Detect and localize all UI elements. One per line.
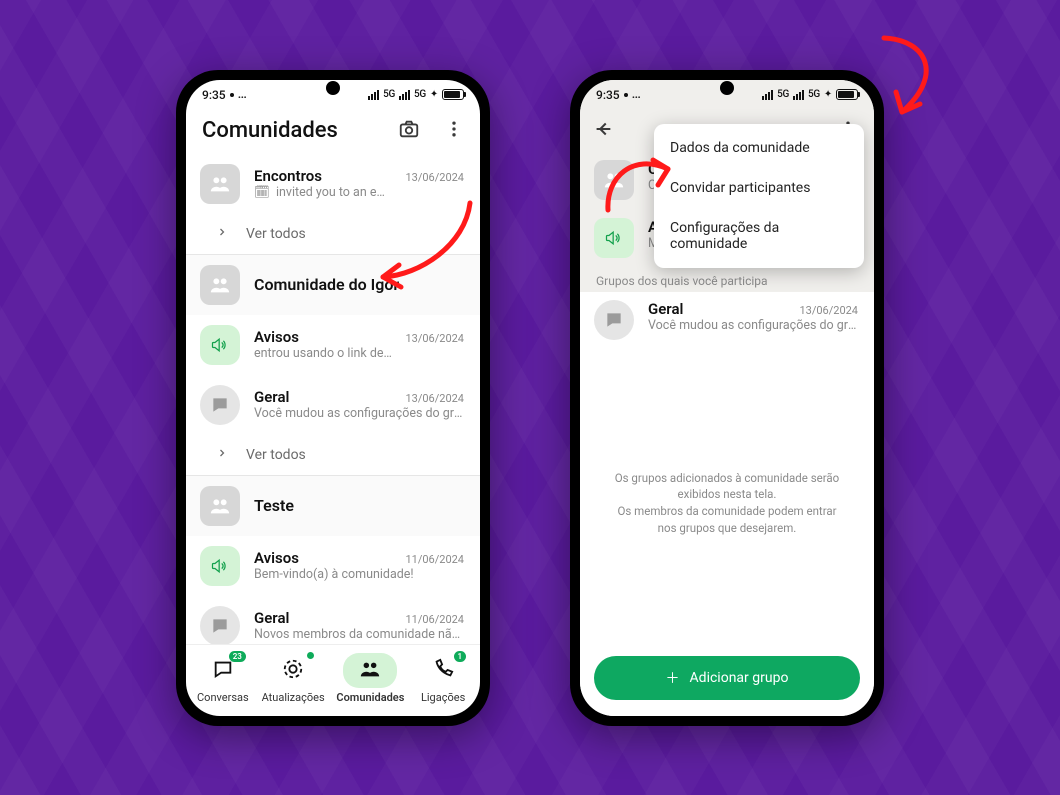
phone-screen-left: 9:35 … 5G 5G ✦ Comunidades xyxy=(186,80,480,716)
status-time: 9:35 xyxy=(202,88,226,102)
community-title: Teste xyxy=(254,496,294,515)
more-icon[interactable] xyxy=(444,119,464,143)
chat-name: Avisos xyxy=(254,328,299,346)
see-all-label: Ver todos xyxy=(246,226,306,242)
chat-name: Geral xyxy=(254,609,289,627)
chat-date: 13/06/2024 xyxy=(405,332,464,345)
chat-date: 13/06/2024 xyxy=(405,171,464,184)
nav-updates[interactable]: Atualizações xyxy=(262,653,325,704)
chat-date: 13/06/2024 xyxy=(405,392,464,405)
announce-icon xyxy=(200,325,240,365)
nav-badge: 1 xyxy=(454,651,467,662)
phone-frame-left: 9:35 … 5G 5G ✦ Comunidades xyxy=(176,70,490,726)
app-header: Comunidades xyxy=(186,110,480,154)
lock-icon: 🗓 xyxy=(254,185,270,200)
chat-preview: Você mudou as configurações do grupo pa… xyxy=(648,318,858,333)
community-chat-row[interactable]: Avisos 13/06/2024 entrou usando o link d… xyxy=(186,315,480,375)
chat-date: 11/06/2024 xyxy=(405,553,464,566)
status-radio-2: 5G xyxy=(808,89,820,100)
community-chat-row[interactable]: Geral 13/06/2024 Você mudou as configura… xyxy=(186,375,480,435)
chat-name: Avisos xyxy=(254,549,299,567)
signal-icon-2 xyxy=(399,90,410,100)
community-block-teste: Teste Avisos 11/06/2024 Bem-vindo(a) à c… xyxy=(186,476,480,644)
community-avatar-icon xyxy=(200,164,240,204)
chat-name: Geral xyxy=(648,300,683,318)
community-avatar-icon xyxy=(200,486,240,526)
add-group-label: Adicionar grupo xyxy=(690,670,789,686)
status-radio-1: 5G xyxy=(777,89,789,100)
status-radio-1: 5G xyxy=(383,89,395,100)
nav-label: Conversas xyxy=(197,691,249,704)
signal-icon xyxy=(762,90,773,100)
geral-row[interactable]: Geral 13/06/2024 Você mudou as configura… xyxy=(580,292,874,350)
chat-preview: entrou usando o link de… xyxy=(254,346,464,361)
community-avatar-icon xyxy=(200,265,240,305)
nav-dot xyxy=(307,652,314,659)
signal-icon xyxy=(368,90,379,100)
nav-label: Ligações xyxy=(421,691,465,704)
nav-calls[interactable]: 1 Ligações xyxy=(416,653,470,704)
chat-preview: Novos membros da comunidade não serã… xyxy=(254,627,464,642)
chat-bubble-icon xyxy=(200,385,240,425)
plus-icon: ＋ xyxy=(666,668,680,688)
status-wifi-icon: ✦ xyxy=(430,89,438,100)
status-wifi-icon: ✦ xyxy=(824,89,832,100)
chat-bubble-icon xyxy=(200,606,240,644)
community-chat-row[interactable]: Geral 11/06/2024 Novos membros da comuni… xyxy=(186,596,480,644)
status-cloud-icon: … xyxy=(632,88,641,101)
back-arrow-icon[interactable] xyxy=(592,118,614,144)
chevron-right-icon xyxy=(216,447,228,463)
nav-communities[interactable]: Comunidades xyxy=(336,653,404,704)
communities-icon xyxy=(359,658,381,680)
phone-icon xyxy=(432,658,454,680)
announce-icon xyxy=(200,546,240,586)
community-header-row[interactable]: Teste xyxy=(186,476,480,536)
section-heading: Grupos dos quais você participa xyxy=(580,268,874,292)
battery-icon xyxy=(442,89,464,100)
chat-date: 13/06/2024 xyxy=(799,304,858,317)
bottom-nav: 23 Conversas Atualizações Comunidades xyxy=(186,644,480,716)
updates-icon xyxy=(282,658,304,680)
chat-name: Geral xyxy=(254,388,289,406)
see-all-link[interactable]: Ver todos xyxy=(186,435,480,475)
nav-badge: 23 xyxy=(229,651,246,662)
community-chat-row[interactable]: Avisos 11/06/2024 Bem-vindo(a) à comunid… xyxy=(186,536,480,596)
camera-punchhole xyxy=(720,81,734,95)
info-line-1: Os grupos adicionados à comunidade serão… xyxy=(610,470,844,503)
page-title: Comunidades xyxy=(202,118,338,143)
nav-label: Atualizações xyxy=(262,691,325,704)
annotation-arrow-1 xyxy=(365,195,485,305)
nav-label: Comunidades xyxy=(336,691,404,704)
see-all-label: Ver todos xyxy=(246,447,306,463)
chevron-right-icon xyxy=(216,226,228,242)
status-dot-icon xyxy=(230,93,234,97)
empty-state-info: Os grupos adicionados à comunidade serão… xyxy=(580,470,874,537)
signal-icon-2 xyxy=(793,90,804,100)
status-dot-icon xyxy=(624,93,628,97)
chat-preview: Bem-vindo(a) à comunidade! xyxy=(254,567,464,582)
status-cloud-icon: … xyxy=(238,88,247,101)
camera-icon[interactable] xyxy=(398,118,420,144)
chat-name: Encontros xyxy=(254,167,322,185)
camera-punchhole xyxy=(326,81,340,95)
chat-date: 11/06/2024 xyxy=(405,613,464,626)
annotation-arrow-2 xyxy=(598,145,688,225)
annotation-arrow-3 xyxy=(842,30,952,130)
chat-preview: Você mudou as configurações do grupo pa… xyxy=(254,406,464,421)
status-radio-2: 5G xyxy=(414,89,426,100)
chat-bubble-icon xyxy=(594,300,634,340)
status-time: 9:35 xyxy=(596,88,620,102)
nav-chats[interactable]: 23 Conversas xyxy=(196,653,250,704)
info-line-2: Os membros da comunidade podem entrar no… xyxy=(610,503,844,536)
add-group-button[interactable]: ＋ Adicionar grupo xyxy=(594,656,860,700)
